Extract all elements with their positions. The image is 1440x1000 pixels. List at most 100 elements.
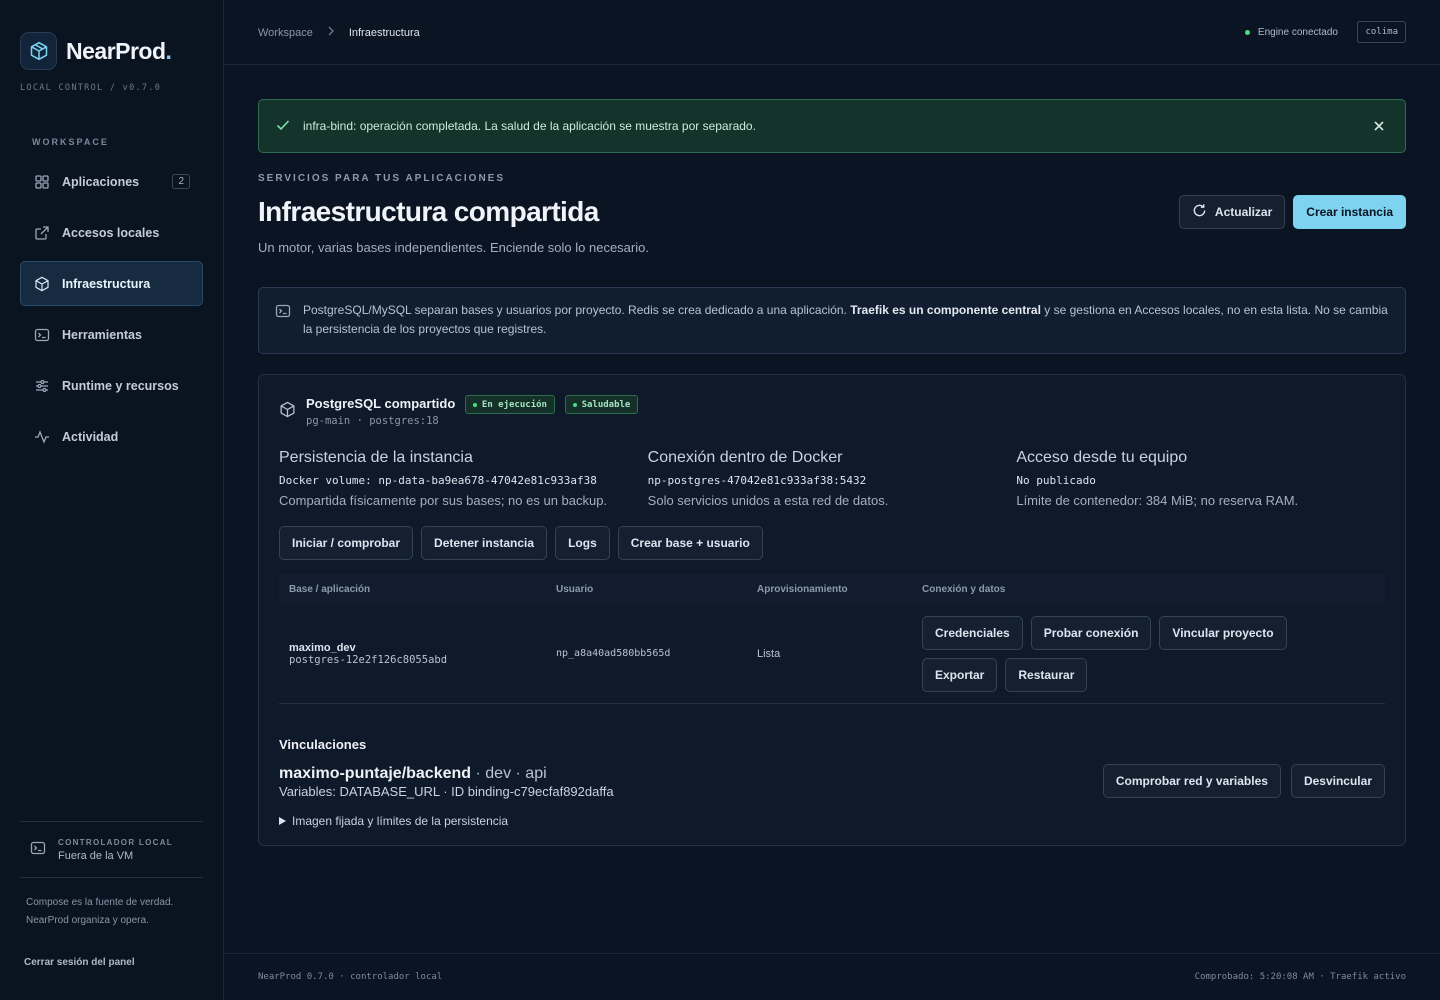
sidebar-item-actividad[interactable]: Actividad — [20, 414, 203, 459]
column-title: Persistencia de la instancia — [279, 449, 473, 466]
logout-link[interactable]: Cerrar sesión del panel — [24, 957, 135, 968]
sidebar-item-accesos-locales[interactable]: Accesos locales — [20, 210, 203, 255]
sidebar-item-label: Runtime y recursos — [62, 378, 179, 393]
close-icon[interactable] — [1369, 116, 1389, 136]
link-project-button[interactable]: Vincular proyecto — [1159, 615, 1287, 650]
credentials-button[interactable]: Credenciales — [922, 615, 1023, 650]
engine-status: Engine conectado — [1244, 27, 1338, 38]
sidebar-item-label: Herramientas — [62, 327, 142, 342]
footer-status: Comprobado: 5:20:08 AM · Traefik activo — [1194, 972, 1406, 982]
sliders-icon — [34, 378, 50, 394]
sidebar-item-herramientas[interactable]: Herramientas — [20, 312, 203, 357]
terminal-icon — [34, 327, 50, 343]
sidebar-item-label: Infraestructura — [62, 276, 151, 291]
terminal-icon — [30, 840, 46, 859]
controller-label: CONTROLADOR LOCAL — [58, 837, 173, 847]
service-name: PostgreSQL compartido — [306, 395, 456, 411]
column-header: Aprovisionamiento — [757, 583, 848, 595]
start-check-button[interactable]: Iniciar / comprobar — [279, 526, 414, 560]
controller-value: Fuera de la VM — [58, 849, 134, 862]
table-row: maximo_dev postgres-12e2f126c8055abd np_… — [279, 604, 1385, 704]
brand-dot: . — [165, 37, 172, 64]
logs-button[interactable]: Logs — [555, 526, 610, 560]
breadcrumb: Workspace Infraestructura — [258, 26, 420, 39]
refresh-icon — [1192, 203, 1207, 221]
column-header: Base / aplicación — [289, 583, 371, 595]
refresh-button[interactable]: Actualizar — [1178, 195, 1286, 229]
chevron-right-icon — [327, 26, 335, 39]
binding-suffix: · dev · api — [475, 765, 547, 782]
db-container: postgres-12e2f126c8055abd — [289, 653, 448, 666]
column-note: Límite de contenedor: 384 MiB; no reserv… — [1016, 493, 1299, 508]
status-badge-healthy: Saludable — [564, 395, 639, 414]
create-db-user-button[interactable]: Crear base + usuario — [617, 526, 763, 560]
status-badge-running: En ejecución — [464, 395, 555, 414]
column-header: Usuario — [556, 583, 594, 595]
column-title: Acceso desde tu equipo — [1016, 449, 1188, 466]
test-connection-button[interactable]: Probar conexión — [1030, 615, 1152, 650]
binding-item: maximo-puntaje/backend · dev · api Varia… — [279, 764, 1385, 799]
create-instance-button[interactable]: Crear instancia — [1293, 195, 1406, 229]
check-network-button[interactable]: Comprobar red y variables — [1102, 764, 1281, 798]
unbind-button[interactable]: Desvincular — [1290, 764, 1385, 798]
host-badge[interactable]: colima — [1357, 21, 1406, 43]
breadcrumb-workspace[interactable]: Workspace — [258, 27, 313, 39]
triangle-right-icon — [279, 814, 286, 828]
footer: NearProd 0.7.0 · controlador local Compr… — [224, 953, 1440, 1000]
column-code: np-postgres-47042e81c933af38:5432 — [647, 474, 867, 487]
info-text-bold: Traefik es un componente central — [850, 303, 1041, 317]
activity-icon — [34, 429, 50, 445]
sidebar-item-runtime[interactable]: Runtime y recursos — [20, 363, 203, 408]
footer-version: NearProd 0.7.0 · controlador local — [258, 972, 443, 982]
sidebar-note: Compose es la fuente de verdad. NearProd… — [26, 897, 174, 926]
persistence-column: Persistencia de la instancia Docker volu… — [279, 449, 648, 508]
column-header: Conexión y datos — [922, 583, 1006, 595]
sidebar-item-label: Accesos locales — [62, 225, 160, 240]
bindings-title: Vinculaciones — [279, 737, 367, 752]
host-access-column: Acceso desde tu equipo No publicado Lími… — [1016, 449, 1385, 508]
column-code: Docker volume: np-data-ba9ea678-47042e81… — [279, 474, 597, 487]
sidebar-item-label: Aplicaciones — [62, 174, 140, 189]
check-icon — [275, 117, 291, 136]
restore-button[interactable]: Restaurar — [1005, 657, 1088, 692]
brand-name: NearProd — [66, 37, 166, 64]
cube-logo-icon — [20, 32, 57, 70]
main-content: infra-bind: operación completada. La sal… — [258, 99, 1406, 846]
column-note: Solo servicios unidos a esta red de dato… — [647, 493, 889, 508]
binding-project: maximo-puntaje/backend — [279, 765, 472, 782]
table-header: Base / aplicación Usuario Aprovisionamie… — [279, 574, 1385, 604]
alert-text: infra-bind: operación completada. La sal… — [303, 119, 756, 133]
brand[interactable]: NearProd. — [20, 32, 172, 70]
page-title: Infraestructura compartida — [258, 196, 599, 227]
info-text: PostgreSQL/MySQL separan bases y usuario… — [303, 303, 847, 317]
local-controller: CONTROLADOR LOCAL Fuera de la VM — [20, 821, 203, 878]
page-eyebrow: SERVICIOS PARA TUS APLICACIONES — [258, 173, 506, 184]
sidebar-item-infraestructura[interactable]: Infraestructura — [20, 261, 203, 306]
nav-heading: WORKSPACE — [32, 137, 109, 147]
count-badge: 2 — [172, 174, 190, 189]
column-code: No publicado — [1016, 474, 1096, 487]
external-link-icon — [34, 225, 50, 241]
sidebar-item-aplicaciones[interactable]: Aplicaciones 2 — [20, 159, 203, 204]
status-dot-icon — [472, 402, 477, 407]
sidebar-nav: Aplicaciones 2 Accesos locales Infraestr… — [20, 159, 203, 465]
stop-instance-button[interactable]: Detener instancia — [421, 526, 548, 560]
column-note: Compartida físicamente por sus bases; no… — [279, 493, 608, 508]
topbar: Workspace Infraestructura Engine conecta… — [224, 0, 1440, 65]
export-button[interactable]: Exportar — [922, 657, 998, 692]
terminal-icon — [275, 303, 291, 339]
engine-status-text: Engine conectado — [1257, 27, 1338, 38]
status-dot-icon — [1244, 30, 1250, 35]
docker-connection-column: Conexión dentro de Docker np-postgres-47… — [648, 449, 1017, 508]
disclosure-label: Imagen fijada y límites de la persistenc… — [292, 814, 509, 828]
databases-table: Base / aplicación Usuario Aprovisionamie… — [279, 574, 1385, 704]
success-alert: infra-bind: operación completada. La sal… — [258, 99, 1406, 153]
breadcrumb-current: Infraestructura — [348, 26, 420, 39]
brand-subtitle: LOCAL CONTROL / v0.7.0 — [20, 83, 162, 93]
cube-icon — [34, 276, 50, 292]
db-user: np_a8a40ad580bb565d — [556, 648, 671, 659]
sidebar: NearProd. LOCAL CONTROL / v0.7.0 WORKSPA… — [0, 0, 224, 1000]
persistence-disclosure[interactable]: Imagen fijada y límites de la persistenc… — [279, 814, 1385, 828]
db-status: Lista — [757, 647, 781, 660]
column-title: Conexión dentro de Docker — [647, 449, 843, 466]
